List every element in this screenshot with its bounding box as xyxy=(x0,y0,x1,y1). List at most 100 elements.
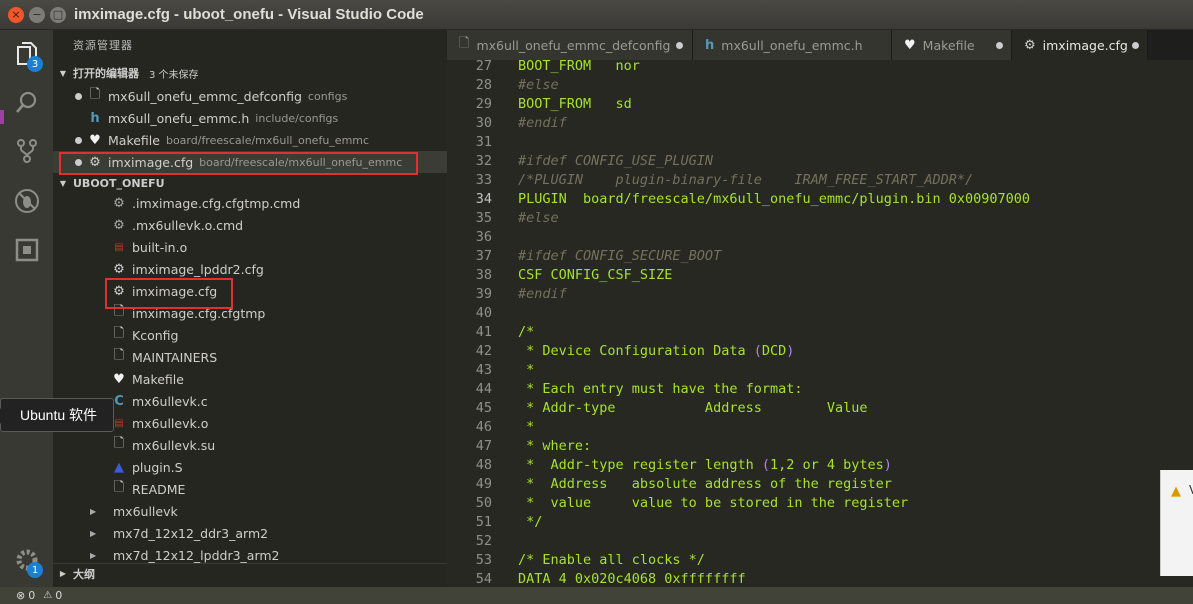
line-number: 45 xyxy=(475,400,492,416)
code-token: * Addr-type Address Value xyxy=(518,400,868,416)
file-item[interactable]: 🗋 Kconfig xyxy=(53,324,447,346)
code-token: /* Enable all clocks */ xyxy=(518,552,705,568)
warning-icon: ▲ xyxy=(1171,484,1181,499)
file-item[interactable]: ⚙ imximage_lpddr2.cfg xyxy=(53,258,447,280)
open-editor-path: include/configs xyxy=(255,111,339,125)
file-icon: 🗋 xyxy=(113,326,125,341)
open-editor-item[interactable]: h mx6ull_onefu_emmc.h include/configs xyxy=(53,107,447,129)
line-number: 29 xyxy=(475,96,492,112)
code-token: * Addr-type register length xyxy=(518,457,762,473)
file-name: mx6ullevk.o xyxy=(132,415,209,431)
line-text: * Address absolute address of the regist… xyxy=(518,475,892,494)
open-editor-path: board/freescale/mx6ull_onefu_emmc xyxy=(165,133,370,147)
file-icon: 🗋 xyxy=(113,480,125,495)
file-icon: 🗋 xyxy=(113,348,125,363)
folder-item[interactable]: ▶ mx7d_12x12_ddr3_arm2 xyxy=(53,522,447,544)
code-token: ) xyxy=(786,343,795,359)
code-token: * xyxy=(518,419,535,435)
unsaved-dot-icon xyxy=(1132,41,1139,49)
line-number: 54 xyxy=(475,571,492,587)
code-line: 54 DATA 4 0x020c4068 0xffffffff xyxy=(447,570,1193,587)
asm-icon: ▲ xyxy=(114,459,124,475)
line-text: * xyxy=(518,361,534,380)
code-editor[interactable]: 27 BOOT_FROM nor 28 #else 29 BOOT_FROM sd 30 #e… xyxy=(447,60,1193,587)
folder-name: mx7d_12x12_ddr3_arm2 xyxy=(113,525,269,541)
window-close-button[interactable]: × xyxy=(8,6,24,23)
code-token: DCD xyxy=(761,343,787,359)
line-text: /* Enable all clocks */ xyxy=(518,551,705,570)
code-token: PLUGIN board/freescale/mx6ull_onefu_emmc… xyxy=(518,191,1031,207)
h-file-icon: h xyxy=(90,110,100,126)
error-count[interactable]: 0 xyxy=(28,589,35,602)
code-token: */ xyxy=(518,514,543,530)
line-text: * value value to be stored in the regist… xyxy=(518,494,908,513)
tab-label: imximage.cfg xyxy=(1042,37,1128,53)
makefile-icon: ♥ xyxy=(89,132,101,148)
line-number: 32 xyxy=(475,153,492,169)
explorer-icon[interactable]: 3 xyxy=(0,34,53,74)
tab-header[interactable]: h mx6ull_onefu_emmc.h xyxy=(693,30,892,60)
code-token: #else xyxy=(518,210,559,226)
folder-item[interactable]: ▶ mx6ullevk xyxy=(53,500,447,522)
file-name: .mx6ullevk.o.cmd xyxy=(132,217,244,233)
window-minimize-button[interactable]: − xyxy=(29,6,45,23)
file-name: plugin.S xyxy=(132,459,183,475)
code-token: #ifdef CONFIG_USE_PLUGIN xyxy=(518,153,714,169)
notification-toast[interactable]: ▲ V xyxy=(1160,470,1193,576)
file-name: .imximage.cfg.cfgtmp.cmd xyxy=(132,195,301,211)
file-item[interactable]: ▤ built-in.o xyxy=(53,236,447,258)
settings-gear-icon[interactable]: 1 xyxy=(0,540,53,580)
gear-icon: ⚙ xyxy=(1024,37,1036,53)
window-maximize-button[interactable]: □ xyxy=(50,6,66,23)
tab-makefile[interactable]: ♥ Makefile xyxy=(892,30,1012,60)
code-token: #endif xyxy=(518,286,567,302)
outline-header[interactable]: ▶ 大纲 xyxy=(53,563,447,583)
code-line: 49 * Address absolute address of the reg… xyxy=(447,475,1193,494)
line-text: #else xyxy=(518,209,559,228)
file-item[interactable]: ♥ Makefile xyxy=(53,368,447,390)
file-icon: 🗋 xyxy=(113,436,125,451)
folder-name: mx7d_12x12_lpddr3_arm2 xyxy=(113,547,280,563)
file-item[interactable]: ▲ plugin.S xyxy=(53,456,447,478)
open-editor-item[interactable]: 🗋 mx6ull_onefu_emmc_defconfig configs xyxy=(53,85,447,107)
tab-imximage[interactable]: ⚙ imximage.cfg xyxy=(1012,30,1148,60)
gears-icon: ⚙ xyxy=(113,217,125,233)
code-line: 33 /*PLUGIN plugin-binary-file IRAM_FREE_… xyxy=(447,171,1193,190)
file-name: mx6ullevk.su xyxy=(132,437,216,453)
code-line: 34 PLUGIN board/freescale/mx6ull_onefu_em… xyxy=(447,190,1193,209)
warning-icon[interactable]: ⚠ xyxy=(43,590,52,601)
error-icon[interactable]: ⊗ xyxy=(16,589,25,602)
code-line: 30 #endif xyxy=(447,114,1193,133)
file-item[interactable]: ⚙ .imximage.cfg.cfgtmp.cmd xyxy=(53,192,447,214)
code-token: * where: xyxy=(518,438,592,454)
source-control-icon[interactable] xyxy=(0,131,53,171)
project-header[interactable]: ▼ UBOOT_ONEFU xyxy=(53,173,447,193)
code-line: 40 xyxy=(447,304,1193,323)
explorer-title: 资源管理器 xyxy=(73,39,133,52)
file-item[interactable]: ⚙ .mx6ullevk.o.cmd xyxy=(53,214,447,236)
open-editor-item[interactable]: ♥ Makefile board/freescale/mx6ull_onefu_… xyxy=(53,129,447,151)
extensions-icon[interactable] xyxy=(0,230,53,270)
line-text: DATA 4 0x020c4068 0xffffffff xyxy=(518,570,746,587)
warning-count[interactable]: 0 xyxy=(55,589,62,602)
file-item[interactable]: 🗋 mx6ullevk.su xyxy=(53,434,447,456)
line-text: CSF CONFIG_CSF_SIZE xyxy=(518,266,672,285)
code-line: 53 /* Enable all clocks */ xyxy=(447,551,1193,570)
search-icon[interactable] xyxy=(0,82,53,122)
tab-label: mx6ull_onefu_emmc_defconfig xyxy=(476,37,671,53)
file-item[interactable]: 🗋 README xyxy=(53,478,447,500)
file-item[interactable]: 🗋 MAINTAINERS xyxy=(53,346,447,368)
code-line: 32 #ifdef CONFIG_USE_PLUGIN xyxy=(447,152,1193,171)
tab-defconfig[interactable]: 🗋 mx6ull_onefu_emmc_defconfig xyxy=(447,30,693,60)
project-label: UBOOT_ONEFU xyxy=(73,176,165,190)
open-editors-header[interactable]: ▼ 打开的编辑器 3 个未保存 xyxy=(53,63,447,83)
debug-icon[interactable] xyxy=(0,181,53,221)
unsaved-dot-icon xyxy=(75,92,82,100)
line-number: 42 xyxy=(475,343,492,359)
outline-label: 大纲 xyxy=(73,567,95,581)
line-number: 34 xyxy=(475,191,492,207)
file-name: mx6ullevk.c xyxy=(132,393,208,409)
line-text: * Addr-type Address Value xyxy=(518,399,868,418)
code-token: ( xyxy=(761,457,770,473)
line-text: * xyxy=(518,418,534,437)
